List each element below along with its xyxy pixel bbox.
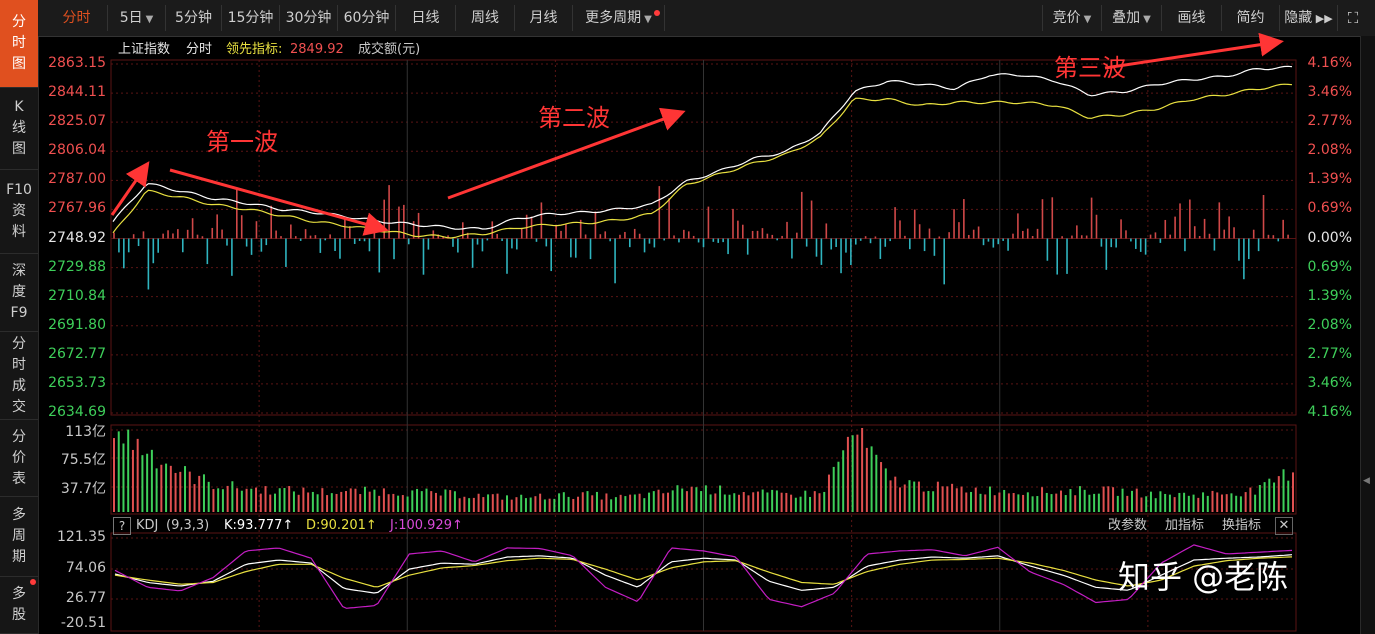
kdj-d-value: D:90.201↑ bbox=[306, 518, 377, 533]
scroll-left-icon[interactable]: ◀ bbox=[1363, 476, 1370, 486]
price-axis-label: 2806.04 bbox=[48, 142, 106, 159]
percent-axis-label: 2.77% bbox=[1307, 113, 1352, 130]
volume-axis-label: 113亿 bbox=[65, 424, 106, 440]
annotation-wave-3: 第三波 bbox=[1054, 54, 1126, 82]
kdj-axis-label: 74.06 bbox=[65, 560, 106, 576]
legend-volume-label: 成交额(元) bbox=[358, 42, 421, 57]
percent-axis-label: 1.39% bbox=[1307, 171, 1352, 188]
percent-axis-label: 3.46% bbox=[1307, 374, 1352, 391]
legend-index: 上证指数 bbox=[118, 42, 171, 57]
percent-axis-label: 1.39% bbox=[1307, 287, 1352, 304]
kdj-edit-params-button[interactable]: 改参数 bbox=[1108, 517, 1147, 535]
percent-axis-label: 4.16% bbox=[1307, 55, 1352, 71]
price-axis-label: 2844.11 bbox=[48, 84, 106, 101]
volume-axis-label: 75.5亿 bbox=[60, 452, 106, 468]
kdj-j-value: J:100.929↑ bbox=[390, 518, 463, 533]
percent-axis-label: 0.00% bbox=[1307, 229, 1352, 246]
price-axis-label: 2634.69 bbox=[48, 404, 106, 420]
price-axis-label: 2748.92 bbox=[48, 229, 106, 246]
vertical-scrollbar[interactable]: ◀ bbox=[1360, 36, 1375, 634]
leading-indicator-line bbox=[112, 83, 1293, 239]
legend-leading-label: 领先指标: bbox=[226, 42, 283, 57]
legend-leading-value: 2849.92 bbox=[290, 42, 344, 57]
price-axis-label: 2787.00 bbox=[48, 171, 106, 188]
kdj-add-indicator-button[interactable]: 加指标 bbox=[1165, 517, 1204, 535]
price-axis-label: 2729.88 bbox=[48, 258, 106, 275]
kdj-axis-label: 121.35 bbox=[57, 529, 106, 545]
kdj-params: (9,3,3) bbox=[166, 518, 210, 533]
kdj-help-button[interactable]: ? bbox=[113, 517, 131, 535]
price-axis-label: 2653.73 bbox=[48, 374, 106, 391]
percent-axis-label: 2.08% bbox=[1307, 316, 1352, 333]
legend-mode: 分时 bbox=[186, 42, 213, 57]
percent-axis-label: 2.08% bbox=[1307, 142, 1352, 159]
watermark: 知乎 @老陈 bbox=[1118, 558, 1289, 596]
annotation-arrow bbox=[169, 168, 389, 236]
percent-axis-label: 3.46% bbox=[1307, 84, 1352, 101]
price-axis-label: 2863.15 bbox=[48, 55, 106, 71]
kdj-k-value: K:93.777↑ bbox=[224, 518, 294, 533]
kdj-axis-label: -20.51 bbox=[60, 615, 106, 631]
percent-axis-label: 0.69% bbox=[1307, 258, 1352, 275]
annotation-wave-2: 第二波 bbox=[538, 104, 610, 132]
annotation-wave-1: 第一波 bbox=[206, 128, 278, 156]
volume-axis-label: 37.7亿 bbox=[60, 481, 106, 497]
price-axis-label: 2825.07 bbox=[48, 113, 106, 130]
kdj-close-icon[interactable]: ✕ bbox=[1275, 517, 1293, 535]
kdj-axis-label: 26.77 bbox=[65, 590, 106, 606]
percent-axis-label: 2.77% bbox=[1307, 345, 1352, 362]
price-line bbox=[112, 65, 1293, 230]
percent-axis-label: 4.16% bbox=[1307, 404, 1352, 420]
price-axis-label: 2767.96 bbox=[48, 200, 106, 217]
kdj-switch-indicator-button[interactable]: 换指标 bbox=[1222, 517, 1261, 535]
price-axis-label: 2710.84 bbox=[48, 287, 106, 304]
percent-axis-label: 0.69% bbox=[1307, 200, 1352, 217]
price-axis-label: 2672.77 bbox=[48, 345, 106, 362]
price-axis-label: 2691.80 bbox=[48, 316, 106, 333]
kdj-name[interactable]: KDJ bbox=[136, 517, 158, 535]
intraday-chart bbox=[110, 32, 1297, 632]
